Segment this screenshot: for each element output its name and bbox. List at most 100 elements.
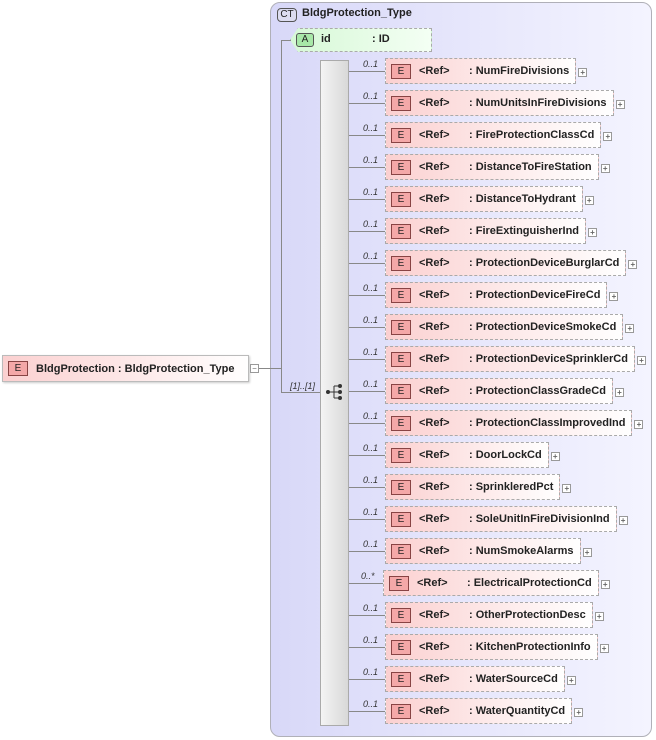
child-element-name: : NumUnitsInFireDivisions xyxy=(469,97,607,109)
element-badge: E xyxy=(391,639,411,655)
child-element[interactable]: E <Ref> : DoorLockCd + xyxy=(385,442,560,468)
element-badge: E xyxy=(391,511,411,527)
expand-icon[interactable]: + xyxy=(600,164,610,173)
expand-icon[interactable]: + xyxy=(636,356,646,365)
main-element-bldgprotection[interactable]: E BldgProtection : BldgProtection_Type xyxy=(2,355,249,382)
child-element-name: : DoorLockCd xyxy=(469,449,542,461)
child-element[interactable]: E <Ref> : NumFireDivisions + xyxy=(385,58,588,84)
main-element-type: : BldgProtection_Type xyxy=(117,362,235,375)
child-element-name: : WaterSourceCd xyxy=(469,673,558,685)
child-element[interactable]: E <Ref> : ElectricalProtectionCd + xyxy=(383,570,610,596)
child-element-name: : KitchenProtectionInfo xyxy=(469,641,591,653)
child-element[interactable]: E <Ref> : ProtectionDeviceSmokeCd + xyxy=(385,314,635,340)
ref-label: <Ref> xyxy=(419,481,450,493)
expand-icon[interactable]: + xyxy=(582,548,592,557)
child-cardinality: 0..1 xyxy=(363,443,379,453)
child-cardinality: 0..1 xyxy=(363,667,379,677)
child-element[interactable]: E <Ref> : FireExtinguisherInd + xyxy=(385,218,598,244)
child-element-name: : NumSmokeAlarms xyxy=(469,545,574,557)
expand-icon[interactable]: + xyxy=(566,676,576,685)
collapse-icon[interactable]: − xyxy=(250,364,259,373)
expand-icon[interactable]: + xyxy=(594,612,604,621)
main-element-name: BldgProtection xyxy=(36,362,115,375)
child-element[interactable]: E <Ref> : DistanceToFireStation + xyxy=(385,154,610,180)
ref-label: <Ref> xyxy=(419,161,450,173)
expand-icon[interactable]: + xyxy=(615,100,625,109)
expand-icon[interactable]: + xyxy=(574,708,584,717)
attribute-badge: A xyxy=(296,33,314,47)
element-badge: E xyxy=(391,287,411,303)
child-cardinality: 0..1 xyxy=(363,507,379,517)
connector xyxy=(349,679,385,680)
expand-icon[interactable]: + xyxy=(562,484,572,493)
child-element[interactable]: E <Ref> : SprinkleredPct + xyxy=(385,474,572,500)
element-badge: E xyxy=(391,383,411,399)
child-element[interactable]: E <Ref> : ProtectionDeviceBurglarCd + xyxy=(385,250,638,276)
child-element[interactable]: E <Ref> : FireProtectionClassCd + xyxy=(385,122,613,148)
expand-icon[interactable]: + xyxy=(578,68,588,77)
child-cardinality: 0..1 xyxy=(363,59,379,69)
child-element[interactable]: E <Ref> : ProtectionClassImprovedInd + xyxy=(385,410,644,436)
child-element[interactable]: E <Ref> : NumUnitsInFireDivisions + xyxy=(385,90,625,116)
child-element-name: : FireProtectionClassCd xyxy=(469,129,595,141)
child-cardinality: 0..1 xyxy=(363,219,379,229)
child-cardinality: 0..1 xyxy=(363,635,379,645)
expand-icon[interactable]: + xyxy=(600,580,610,589)
sequence-cardinality: [1]..[1] xyxy=(290,381,316,391)
child-cardinality: 0..1 xyxy=(363,283,379,293)
ref-label: <Ref> xyxy=(419,289,450,301)
ref-label: <Ref> xyxy=(419,673,450,685)
child-element[interactable]: E <Ref> : OtherProtectionDesc + xyxy=(385,602,604,628)
element-badge: E xyxy=(391,607,411,623)
child-cardinality: 0..1 xyxy=(363,379,379,389)
child-element[interactable]: E <Ref> : DistanceToHydrant + xyxy=(385,186,594,212)
element-badge: E xyxy=(391,95,411,111)
child-element[interactable]: E <Ref> : WaterSourceCd + xyxy=(385,666,576,692)
child-cardinality: 0..1 xyxy=(363,123,379,133)
expand-icon[interactable]: + xyxy=(625,324,635,333)
connector xyxy=(349,423,385,424)
child-element[interactable]: E <Ref> : ProtectionClassGradeCd + xyxy=(385,378,624,404)
ref-label: <Ref> xyxy=(419,385,450,397)
expand-icon[interactable]: + xyxy=(618,516,628,525)
child-element[interactable]: E <Ref> : KitchenProtectionInfo + xyxy=(385,634,609,660)
child-element[interactable]: E <Ref> : ProtectionDeviceSprinklerCd + xyxy=(385,346,646,372)
ref-label: <Ref> xyxy=(419,65,450,77)
connector xyxy=(349,711,385,712)
child-cardinality: 0..1 xyxy=(363,603,379,613)
connector xyxy=(349,231,385,232)
child-cardinality: 0..1 xyxy=(363,539,379,549)
expand-icon[interactable]: + xyxy=(599,644,609,653)
expand-icon[interactable]: + xyxy=(609,292,619,301)
child-cardinality: 0..1 xyxy=(363,347,379,357)
child-cardinality: 0..1 xyxy=(363,187,379,197)
ref-label: <Ref> xyxy=(419,353,450,365)
child-element-name: : NumFireDivisions xyxy=(469,65,570,77)
expand-icon[interactable]: + xyxy=(628,260,638,269)
child-cardinality: 0..1 xyxy=(363,315,379,325)
ref-label: <Ref> xyxy=(419,321,450,333)
ref-label: <Ref> xyxy=(419,129,450,141)
child-cardinality: 0..1 xyxy=(363,91,379,101)
child-element[interactable]: E <Ref> : SoleUnitInFireDivisionInd + xyxy=(385,506,628,532)
expand-icon[interactable]: + xyxy=(614,388,624,397)
connector xyxy=(349,103,385,104)
expand-icon[interactable]: + xyxy=(588,228,598,237)
expand-icon[interactable]: + xyxy=(550,452,560,461)
connector xyxy=(281,392,320,393)
expand-icon[interactable]: + xyxy=(603,132,613,141)
child-element[interactable]: E <Ref> : WaterQuantityCd + xyxy=(385,698,584,724)
connector xyxy=(349,135,385,136)
expand-icon[interactable]: + xyxy=(584,196,594,205)
element-badge: E xyxy=(391,447,411,463)
expand-icon[interactable]: + xyxy=(634,420,644,429)
connector xyxy=(349,199,385,200)
connector xyxy=(349,647,385,648)
element-badge: E xyxy=(389,575,409,591)
ref-label: <Ref> xyxy=(417,577,448,589)
connector xyxy=(349,391,385,392)
child-element[interactable]: E <Ref> : NumSmokeAlarms + xyxy=(385,538,592,564)
child-element[interactable]: E <Ref> : ProtectionDeviceFireCd + xyxy=(385,282,619,308)
connector xyxy=(349,455,385,456)
ref-label: <Ref> xyxy=(419,705,450,717)
